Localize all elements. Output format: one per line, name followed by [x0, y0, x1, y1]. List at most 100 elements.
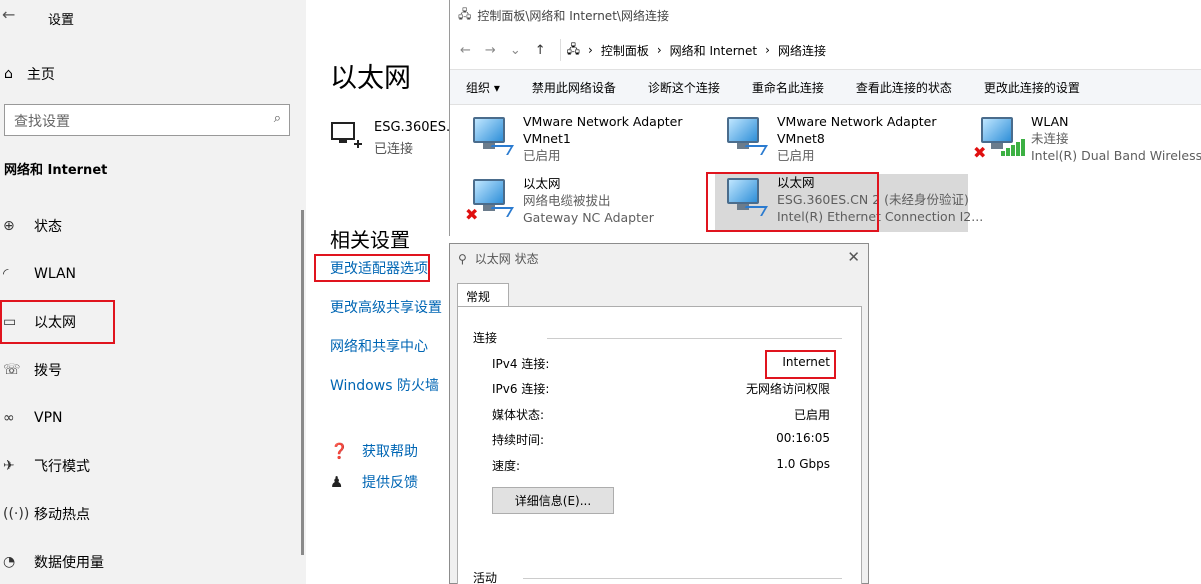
sidebar-item-label: 数据使用量: [34, 555, 104, 571]
sidebar-item-label: 拨号: [34, 363, 62, 379]
activity-group-label: 活动: [473, 571, 498, 584]
adapter-name: WLAN: [1031, 114, 1069, 129]
row-label: IPv6 连接:: [492, 382, 550, 396]
feedback-link[interactable]: ♟ 提供反馈: [330, 472, 418, 492]
adapter-line2: VMnet1: [523, 131, 571, 146]
group-divider: [547, 338, 842, 339]
back-arrow-icon[interactable]: ←: [2, 5, 15, 24]
adapter-line3: Intel(R) Dual Band Wireless-A...: [1031, 148, 1201, 163]
globe-icon: ⊕: [3, 218, 15, 234]
search-placeholder: 查找设置: [14, 114, 70, 130]
connection-group-label: 连接: [473, 331, 498, 345]
control-panel-icon: 🖧: [458, 7, 472, 21]
ethernet-connection-item[interactable]: ESG.360ES.C 已连接: [330, 120, 459, 157]
highlight-box-ethernet-nav: [0, 300, 115, 344]
breadcrumb-sep: ›: [765, 43, 770, 57]
adapter-vmnet8[interactable]: VMware Network Adapter VMnet8 已启用: [719, 113, 969, 169]
breadcrumb-item[interactable]: 网络连接: [778, 42, 826, 59]
breadcrumb-sep: ›: [656, 43, 662, 57]
sidebar-item-vpn[interactable]: ∞ VPN: [0, 398, 300, 438]
nav-up-icon[interactable]: ↑: [535, 43, 546, 58]
adapter-ethernet-gateway[interactable]: ✖ 以太网 网络电缆被拔出 Gateway NC Adapter: [465, 175, 715, 231]
details-button[interactable]: 详细信息(E)...: [492, 487, 614, 514]
row-media-state: 媒体状态: 已启用: [492, 406, 830, 423]
sidebar-item-airplane[interactable]: ✈ 飞行模式: [0, 446, 300, 486]
get-help-link[interactable]: ❓ 获取帮助: [330, 441, 418, 461]
disconnected-icon: ✖: [973, 143, 987, 162]
ethernet-icon: [331, 122, 362, 148]
home-nav-item[interactable]: ⌂ 主页: [4, 64, 55, 84]
adapter-name: VMware Network Adapter: [777, 114, 937, 129]
sidebar-item-label: WLAN: [34, 266, 77, 282]
get-help-label: 获取帮助: [362, 444, 418, 460]
network-icon: ⚲: [458, 251, 467, 266]
breadcrumb-item[interactable]: 控制面板: [601, 42, 649, 59]
network-sharing-center-link[interactable]: 网络和共享中心: [330, 336, 428, 356]
search-icon: ⌕: [273, 111, 281, 126]
settings-search-input[interactable]: 查找设置 ⌕: [4, 104, 290, 136]
settings-sidebar: ← 设置 ⌂ 主页 查找设置 ⌕ 网络和 Internet ⊕ 状态 ◜ WLA…: [0, 0, 306, 584]
disable-device-button[interactable]: 禁用此网络设备: [516, 79, 632, 96]
organize-menu[interactable]: 组织 ▾: [450, 79, 516, 96]
adapter-wlan[interactable]: ✖ WLAN 未连接 Intel(R) Dual Band Wireless-A…: [973, 113, 1201, 169]
highlight-box-ipv4-internet: [765, 350, 836, 379]
sidebar-item-status[interactable]: ⊕ 状态: [0, 206, 300, 246]
adapter-line2: VMnet8: [777, 131, 825, 146]
airplane-icon: ✈: [3, 458, 15, 474]
group-divider: [523, 578, 842, 579]
data-usage-icon: ◔: [3, 554, 16, 570]
row-label: 持续时间:: [492, 433, 545, 447]
sidebar-item-dialup[interactable]: ☏ 拨号: [0, 350, 300, 390]
row-speed: 速度: 1.0 Gbps: [492, 457, 830, 474]
sidebar-item-data-usage[interactable]: ◔ 数据使用量: [0, 542, 300, 582]
advanced-sharing-link[interactable]: 更改高级共享设置: [330, 297, 442, 317]
hotspot-icon: ((·)): [3, 506, 30, 522]
ethernet-name: ESG.360ES.C: [374, 120, 460, 135]
ethernet-status-dialog: ⚲ 以太网 状态 ✕ 常规 连接 IPv4 连接: Internet IPv6 …: [449, 243, 869, 584]
highlight-box-adapter-options: [314, 254, 430, 282]
vpn-icon: ∞: [3, 410, 15, 426]
diagnose-button[interactable]: 诊断这个连接: [632, 79, 736, 96]
command-toolbar: 组织 ▾ 禁用此网络设备 诊断这个连接 重命名此连接 查看此连接的状态 更改此连…: [450, 69, 1201, 105]
view-status-button[interactable]: 查看此连接的状态: [840, 79, 968, 96]
breadcrumb-item[interactable]: 网络和 Internet: [670, 42, 757, 59]
change-settings-button[interactable]: 更改此连接的设置: [968, 79, 1096, 96]
row-value: 00:16:05: [776, 431, 830, 445]
window-titlebar: 🖧 控制面板\网络和 Internet\网络连接: [450, 0, 1201, 31]
dialup-icon: ☏: [3, 362, 21, 378]
adapter-vmnet1[interactable]: VMware Network Adapter VMnet1 已启用: [465, 113, 715, 169]
windows-firewall-link[interactable]: Windows 防火墙: [330, 375, 439, 395]
adapter-line2: 未连接: [1031, 131, 1069, 146]
row-label: IPv4 连接:: [492, 357, 550, 371]
sidebar-item-hotspot[interactable]: ((·)) 移动热点: [0, 494, 300, 534]
related-settings-title: 相关设置: [330, 228, 410, 252]
adapter-name: 以太网: [523, 176, 561, 191]
page-title: 以太网: [330, 63, 411, 94]
feedback-label: 提供反馈: [362, 475, 418, 491]
sidebar-item-label: VPN: [34, 410, 63, 426]
network-adapter-icon: [719, 113, 769, 163]
row-value: 已启用: [793, 408, 830, 422]
tab-general[interactable]: 常规: [457, 283, 509, 307]
adapter-line3: Gateway NC Adapter: [523, 210, 654, 225]
feedback-icon: ♟: [330, 473, 344, 491]
general-panel: 连接 IPv4 连接: Internet IPv6 连接: 无网络访问权限 媒体…: [457, 306, 862, 584]
nav-dropdown-icon[interactable]: ⌄: [510, 43, 521, 58]
sidebar-item-wlan[interactable]: ◜ WLAN: [0, 254, 300, 294]
sidebar-scrollbar[interactable]: [301, 210, 304, 555]
rename-button[interactable]: 重命名此连接: [736, 79, 840, 96]
adapter-line3: 已启用: [777, 148, 815, 163]
help-icon: ❓: [330, 442, 349, 460]
close-icon[interactable]: ✕: [847, 248, 860, 266]
adapter-line3: 已启用: [523, 148, 561, 163]
nav-back-icon[interactable]: ←: [460, 43, 471, 58]
adapter-name: VMware Network Adapter: [523, 114, 683, 129]
nav-forward-icon[interactable]: →: [485, 43, 496, 58]
home-icon: ⌂: [4, 66, 13, 82]
breadcrumb[interactable]: 🖧 › 控制面板 › 网络和 Internet › 网络连接: [559, 39, 826, 61]
dialog-title: 以太网 状态: [474, 252, 539, 266]
ethernet-status: 已连接: [374, 142, 414, 157]
address-bar: ← → ⌄ ↑ 🖧 › 控制面板 › 网络和 Internet › 网络连接: [450, 31, 1201, 69]
adapter-line2: 网络电缆被拔出: [523, 193, 611, 208]
home-label: 主页: [26, 67, 55, 83]
